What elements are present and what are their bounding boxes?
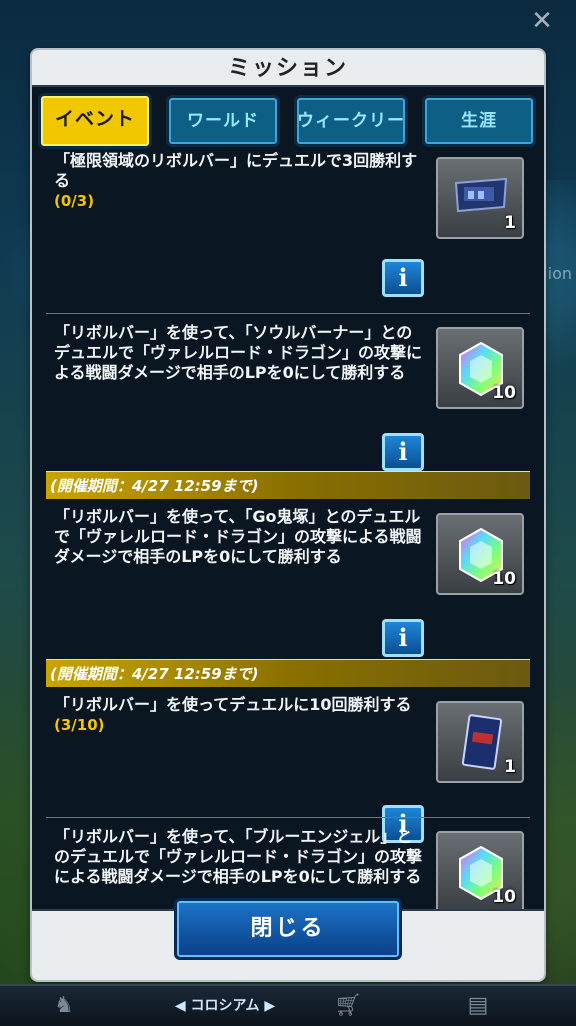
dialog-title: ミッション bbox=[227, 56, 348, 81]
shop-cart-icon[interactable]: 🛒︎ bbox=[330, 992, 366, 1020]
reward-box[interactable]: 10 bbox=[436, 513, 524, 595]
deck-cards-icon[interactable]: ▤ bbox=[460, 992, 496, 1020]
bottom-nav-bar: ♞ ◀ コロシアム ▶ 🛒︎ ▤ bbox=[0, 984, 576, 1026]
event-period-banner: (開催期間：4/27 12:59まで) bbox=[46, 471, 530, 499]
duelist-icon[interactable]: ♞ bbox=[46, 992, 82, 1020]
mission-text: 「リボルバー」を使って、「ソウルバーナー」とのデュエルで「ヴァレルロード・ドラゴ… bbox=[54, 323, 426, 383]
info-button[interactable]: i bbox=[382, 259, 424, 297]
mission-description: 「リボルバー」を使って、「ソウルバーナー」とのデュエルで「ヴァレルロード・ドラゴ… bbox=[54, 323, 423, 382]
reward-quantity: 10 bbox=[492, 383, 516, 403]
mission-text: 「極限領域のリボルバー」にデュエルで3回勝利する (0/3) bbox=[54, 151, 426, 211]
info-button[interactable]: i bbox=[382, 433, 424, 471]
mission-description: 「リボルバー」を使ってデュエルに10回勝利する bbox=[54, 695, 412, 714]
mute-icon[interactable]: ✕ bbox=[522, 6, 562, 36]
nav-colosseum[interactable]: ◀ コロシアム ▶ bbox=[150, 990, 300, 1022]
mission-progress: (3/10) bbox=[54, 716, 105, 734]
divider bbox=[46, 313, 530, 314]
reward-quantity: 10 bbox=[492, 569, 516, 589]
reward-box[interactable]: 10 bbox=[436, 327, 524, 409]
info-button[interactable]: i bbox=[382, 619, 424, 657]
event-period-banner: (開催期間：4/27 12:59まで) bbox=[46, 659, 530, 687]
tab-bar: イベント ワールド ウィークリー 生涯 bbox=[38, 93, 538, 149]
tab-world[interactable]: ワールド bbox=[166, 95, 280, 147]
mission-progress: (0/3) bbox=[54, 192, 95, 210]
mission-text: 「リボルバー」を使って、「ブルーエンジェル」とのデュエルで「ヴァレルロード・ドラ… bbox=[54, 827, 426, 887]
divider bbox=[46, 817, 530, 818]
reward-quantity: 1 bbox=[504, 757, 516, 777]
reward-box[interactable]: 1 bbox=[436, 157, 524, 239]
reward-box[interactable]: 1 bbox=[436, 701, 524, 783]
reward-box[interactable]: 10 bbox=[436, 831, 524, 909]
mission-description: 「極限領域のリボルバー」にデュエルで3回勝利する bbox=[54, 151, 418, 190]
mission-description: 「リボルバー」を使って、「Go鬼塚」とのデュエルで「ヴァレルロード・ドラゴン」の… bbox=[54, 507, 422, 566]
close-button[interactable]: 閉じる bbox=[174, 898, 402, 960]
mission-text: 「リボルバー」を使ってデュエルに10回勝利する (3/10) bbox=[54, 695, 426, 735]
mission-description: 「リボルバー」を使って、「ブルーエンジェル」とのデュエルで「ヴァレルロード・ドラ… bbox=[54, 827, 423, 886]
mission-dialog: ミッション イベント ワールド ウィークリー 生涯 「極限領域のリボルバー」にデ… bbox=[32, 50, 544, 980]
reward-quantity: 1 bbox=[504, 213, 516, 233]
ticket-icon bbox=[454, 177, 508, 213]
tab-lifetime[interactable]: 生涯 bbox=[422, 95, 536, 147]
reward-quantity: 10 bbox=[492, 887, 516, 907]
card-sleeve-icon bbox=[462, 714, 502, 770]
background-text: ion bbox=[547, 264, 572, 283]
nav-colosseum-label: コロシアム bbox=[190, 998, 260, 1014]
tab-event[interactable]: イベント bbox=[38, 93, 152, 149]
tab-weekly[interactable]: ウィークリー bbox=[294, 95, 408, 147]
mission-panel: イベント ワールド ウィークリー 生涯 「極限領域のリボルバー」にデュエルで3回… bbox=[32, 85, 544, 911]
mission-text: 「リボルバー」を使って、「Go鬼塚」とのデュエルで「ヴァレルロード・ドラゴン」の… bbox=[54, 507, 426, 567]
mission-list[interactable]: 「極限領域のリボルバー」にデュエルで3回勝利する (0/3) 1 i 「リボルバ… bbox=[46, 151, 530, 909]
